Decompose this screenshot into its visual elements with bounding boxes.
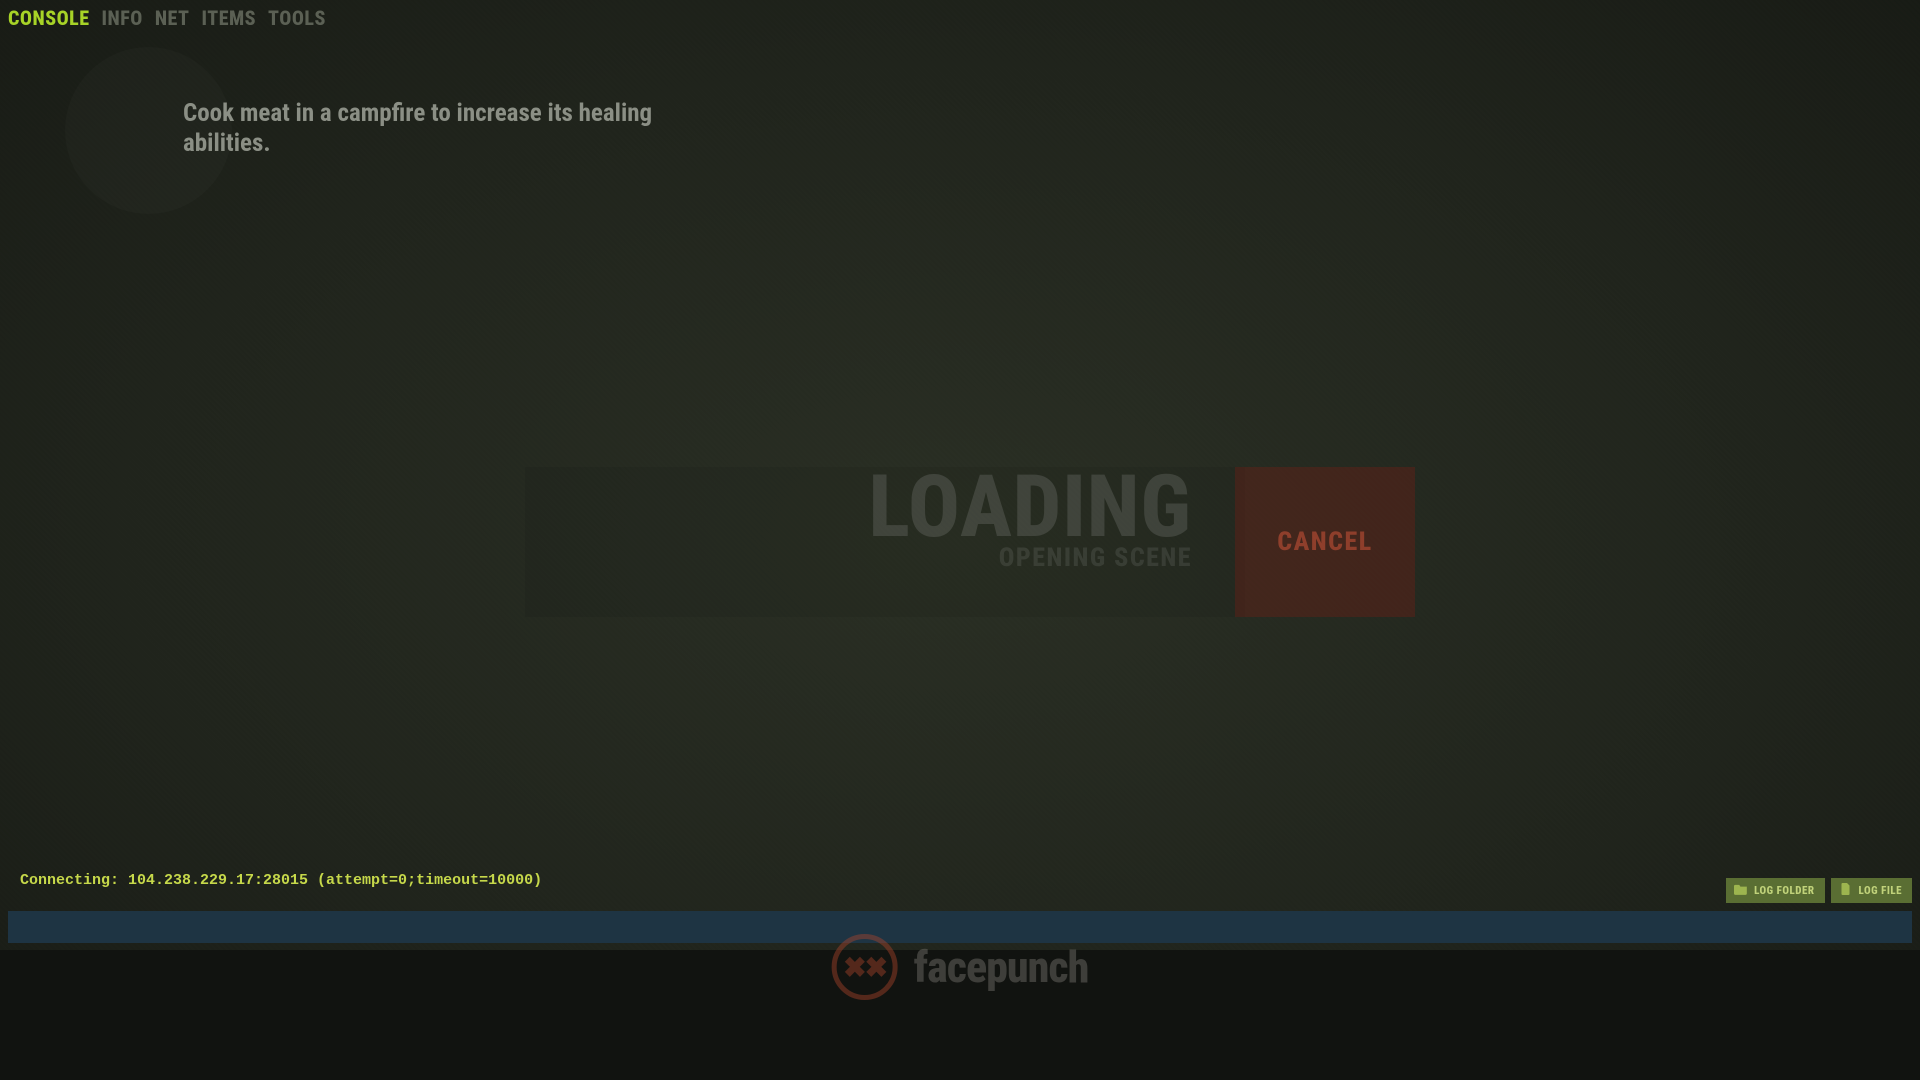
tab-tools[interactable]: TOOLS	[268, 6, 326, 30]
log-file-button[interactable]: LOG FILE	[1831, 878, 1912, 903]
file-icon	[1839, 883, 1853, 898]
folder-icon	[1734, 883, 1748, 898]
brand-glyph: ✖✖	[843, 951, 886, 984]
tab-info[interactable]: INFO	[102, 6, 143, 30]
cancel-button[interactable]: CANCEL	[1235, 467, 1415, 617]
log-file-label: LOG FILE	[1859, 884, 1902, 897]
brand-logo: ✖✖ facepunch	[832, 934, 1089, 1000]
debug-tab-bar: CONSOLE INFO NET ITEMS TOOLS	[8, 6, 326, 30]
tab-console[interactable]: CONSOLE	[8, 6, 90, 30]
log-buttons: LOG FOLDER LOG FILE	[1726, 878, 1912, 903]
console-log-line: Connecting: 104.238.229.17:28015 (attemp…	[20, 872, 542, 889]
tab-net[interactable]: NET	[155, 6, 190, 30]
loading-status: LOADING OPENING SCENE	[869, 468, 1192, 573]
brand-name: facepunch	[914, 941, 1089, 993]
loading-screen: CONSOLE INFO NET ITEMS TOOLS Cook meat i…	[0, 0, 1920, 1080]
log-folder-button[interactable]: LOG FOLDER	[1726, 878, 1824, 903]
tab-items[interactable]: ITEMS	[202, 6, 257, 30]
brand-mark-icon: ✖✖	[832, 934, 898, 1000]
log-folder-label: LOG FOLDER	[1754, 884, 1814, 897]
loading-hint-text: Cook meat in a campfire to increase its …	[183, 99, 693, 159]
loading-title: LOADING	[869, 468, 1192, 545]
